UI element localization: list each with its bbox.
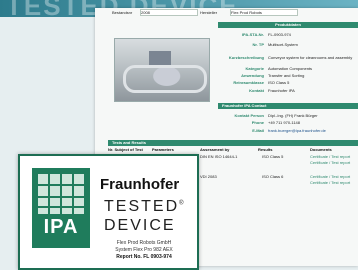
table-cell: ISO Class 6 (262, 174, 284, 179)
device-label: DEVICE (104, 217, 176, 234)
document-link[interactable]: Certificate / Test report (310, 180, 356, 185)
product-row-value: Transfer and Sorting (268, 73, 305, 78)
system-name: System Flex Pro 982 AEX (115, 247, 173, 253)
product-row-label: Reinraumklasse (233, 80, 264, 85)
results-header: Parameters (152, 147, 174, 152)
tested-label: TESTED® (104, 198, 186, 215)
contact-section-title: Fraunhofer IPA Contact (218, 103, 358, 109)
product-row-label: Anwendung (241, 73, 264, 78)
product-photo (114, 38, 210, 102)
grid-icon (38, 174, 84, 214)
company-name: Flex Prod Robots GmbH (116, 240, 172, 246)
contact-row-value: +49 711 970-1148 (268, 120, 300, 125)
product-row-value: Conveyor system for cleanrooms and assem… (268, 55, 353, 60)
results-header: Results (258, 147, 273, 152)
tested-device-certificate: IPA Fraunhofer TESTED® DEVICE Flex Prod … (18, 154, 199, 270)
document-link[interactable]: Certificate / Test report (310, 160, 356, 165)
results-header: Nr. Subject of Test (108, 147, 143, 152)
contact-row-label: E-Mail (252, 128, 264, 133)
document-link[interactable]: Certificate / Test report (310, 154, 356, 159)
contact-row-value: Dipl.-Ing. (FH) Frank Bürger (268, 113, 318, 118)
registered-mark: ® (179, 200, 186, 207)
results-header: Documents (310, 147, 332, 152)
product-section-title: Produktdaten (218, 22, 358, 28)
table-cell: VDI 2083 (200, 174, 217, 179)
product-row-value: FL-0903-974 (268, 32, 291, 37)
product-row-label: Kontakt (249, 88, 264, 93)
hersteller-field[interactable]: Flex Prod Robots (230, 9, 298, 16)
contact-row-label: Phone (251, 120, 264, 125)
ipa-logo: IPA (32, 168, 90, 248)
product-row-label: Kategorie (245, 66, 264, 71)
bestand-field[interactable]: 2008 (140, 9, 198, 16)
fraunhofer-title: Fraunhofer (100, 176, 180, 193)
results-section-title: Tests and Results (108, 140, 358, 146)
product-row-value: ISO Class 5 (268, 80, 290, 85)
product-row-value: Fraunhofer IPA (268, 88, 295, 93)
product-row-value: Multisort-System (268, 42, 298, 47)
report-number: Report No. FL 0903-974 (116, 254, 172, 260)
document-link[interactable]: Certificate / Test report (310, 174, 356, 179)
results-header: Assessment by (200, 147, 230, 152)
robot-arm (149, 51, 171, 65)
product-row-label: Nr. TP (252, 42, 264, 47)
contact-email-link[interactable]: frank.buerger@ipa.fraunhofer.de (268, 128, 356, 133)
ipa-logo-text: IPA (43, 216, 79, 238)
hersteller-label: Hersteller (200, 10, 218, 15)
conveyor-rail (123, 65, 207, 93)
table-cell: ISO Class 5 (262, 154, 284, 159)
contact-row-label: Kontakt Person (234, 113, 264, 118)
table-cell: DIN EN ISO 14644-1 (200, 154, 238, 159)
product-row-value: Automation Components (268, 66, 313, 71)
product-row-label: Kurzbeschreibung (228, 55, 264, 60)
product-row-label: IPA-STA-Nr. (241, 32, 264, 37)
